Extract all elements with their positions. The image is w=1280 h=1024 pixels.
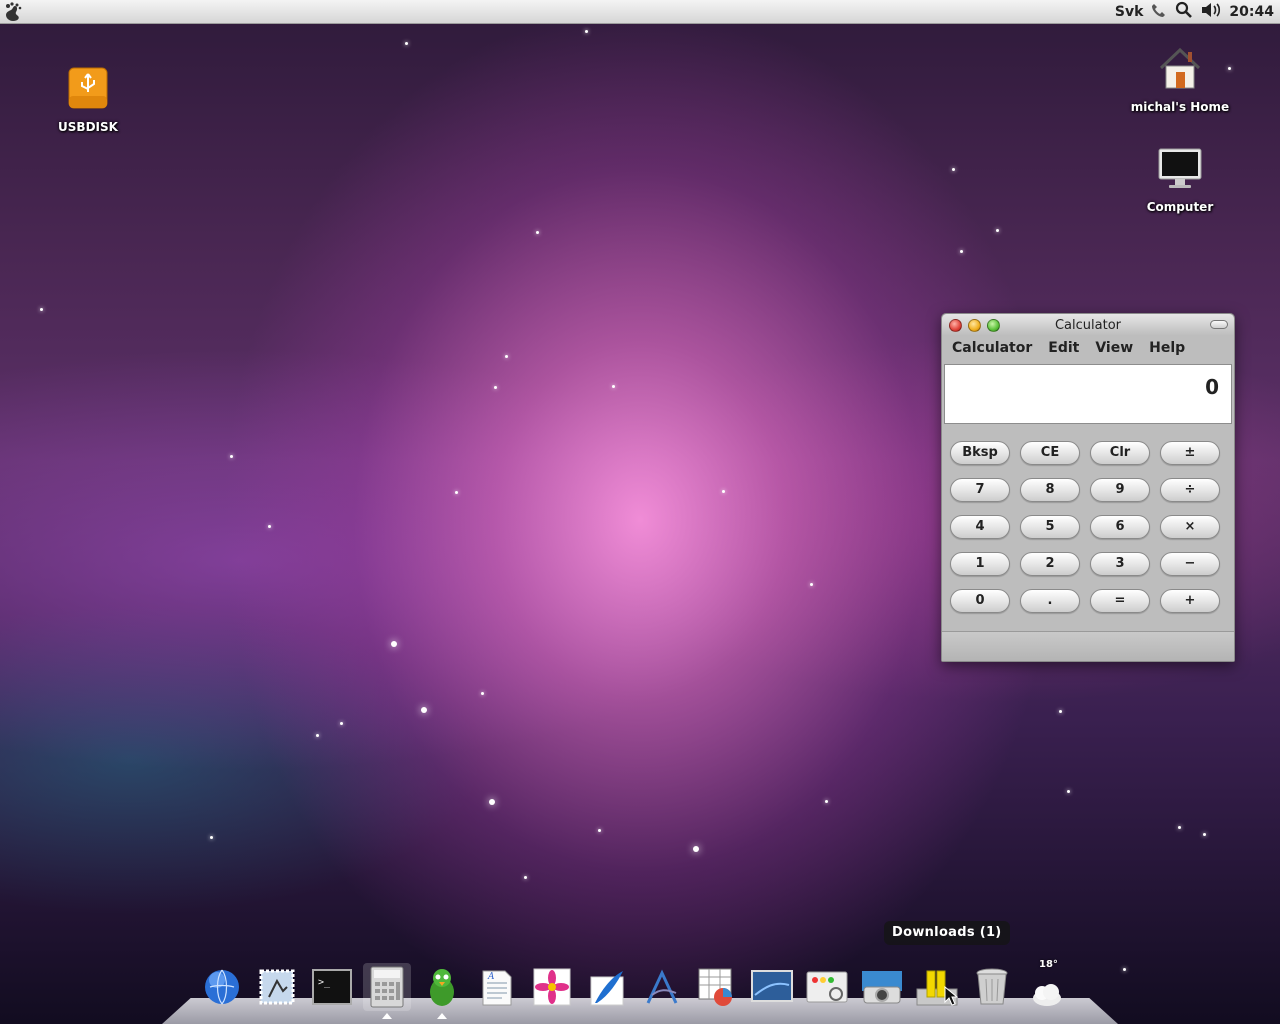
- quill-writer-icon[interactable]: [583, 963, 631, 1011]
- svg-text:>_: >_: [318, 977, 331, 988]
- home-folder-icon: [1157, 46, 1203, 96]
- browser-globe-icon[interactable]: [198, 963, 246, 1011]
- photo-flower-icon[interactable]: [528, 963, 576, 1011]
- mail-stamp-icon[interactable]: [253, 963, 301, 1011]
- digit-1-button[interactable]: 1: [950, 552, 1010, 576]
- calculator-titlebar[interactable]: Calculator: [942, 314, 1234, 336]
- display-value: 0: [1205, 375, 1219, 399]
- digit-2-button[interactable]: 2: [1020, 552, 1080, 576]
- calculator-display: 0: [944, 364, 1232, 424]
- keyboard-layout-indicator[interactable]: Svk: [1115, 4, 1144, 20]
- desktop-icon-home[interactable]: michal's Home: [1120, 46, 1240, 114]
- usb-drive-icon: [67, 66, 109, 116]
- clock[interactable]: 20:44: [1229, 4, 1274, 20]
- divide-button[interactable]: ÷: [1160, 478, 1220, 502]
- pidgin-icon[interactable]: [418, 963, 466, 1019]
- window-title: Calculator: [1054, 317, 1121, 333]
- calculator-window: Calculator Calculator Edit View Help 0 B…: [941, 313, 1235, 662]
- menu-edit[interactable]: Edit: [1048, 340, 1079, 356]
- backspace-button[interactable]: Bksp: [950, 441, 1010, 465]
- dock-tooltip: Downloads (1): [884, 921, 1010, 945]
- equals-button[interactable]: =: [1090, 589, 1150, 613]
- digit-4-button[interactable]: 4: [950, 515, 1010, 539]
- calculator-keypad: Bksp CE Clr ± 7 8 9 ÷ 4 5 6 × 1 2 3 − 0 …: [942, 424, 1234, 613]
- menu-view[interactable]: View: [1095, 340, 1133, 356]
- calculator-icon[interactable]: [363, 963, 411, 1019]
- clear-entry-button[interactable]: CE: [1020, 441, 1080, 465]
- volume-icon[interactable]: [1201, 2, 1221, 22]
- digit-9-button[interactable]: 9: [1090, 478, 1150, 502]
- spreadsheet-chart-icon[interactable]: [693, 963, 741, 1011]
- menu-calculator[interactable]: Calculator: [952, 340, 1032, 356]
- screenshot-icon[interactable]: [803, 963, 851, 1011]
- calculator-statusbar: [942, 631, 1234, 661]
- calculator-menubar: Calculator Edit View Help: [942, 336, 1234, 360]
- digit-0-button[interactable]: 0: [950, 589, 1010, 613]
- camera-icon[interactable]: [858, 963, 906, 1011]
- shade-button[interactable]: [1210, 320, 1228, 329]
- text-editor-icon[interactable]: A: [473, 963, 521, 1011]
- home-label: michal's Home: [1130, 100, 1230, 114]
- subtract-button[interactable]: −: [1160, 552, 1220, 576]
- running-indicator: [382, 1013, 392, 1019]
- search-icon[interactable]: [1175, 1, 1193, 23]
- decimal-button[interactable]: .: [1020, 589, 1080, 613]
- desktop-icon-usbdisk[interactable]: USBDISK: [28, 66, 148, 134]
- dock: >_ A 18°: [198, 959, 1071, 1019]
- computer-icon: [1157, 146, 1203, 196]
- top-panel: Svk 20:44: [0, 0, 1280, 24]
- digit-3-button[interactable]: 3: [1090, 552, 1150, 576]
- computer-label: Computer: [1146, 200, 1214, 214]
- desktop-screen-icon[interactable]: [748, 963, 796, 1011]
- add-button[interactable]: +: [1160, 589, 1220, 613]
- mouse-cursor-icon: [944, 985, 959, 1010]
- weather-temperature: 18°: [1039, 959, 1058, 970]
- multiply-button[interactable]: ×: [1160, 515, 1220, 539]
- digit-7-button[interactable]: 7: [950, 478, 1010, 502]
- sign-button[interactable]: ±: [1160, 441, 1220, 465]
- trash-icon[interactable]: [968, 963, 1016, 1011]
- terminal-icon[interactable]: >_: [308, 963, 356, 1011]
- usbdisk-label: USBDISK: [58, 120, 118, 134]
- digit-8-button[interactable]: 8: [1020, 478, 1080, 502]
- digit-6-button[interactable]: 6: [1090, 515, 1150, 539]
- clear-button[interactable]: Clr: [1090, 441, 1150, 465]
- weather-icon[interactable]: 18°: [1023, 959, 1071, 1011]
- gnome-foot-icon[interactable]: [2, 1, 24, 23]
- running-indicator: [437, 1013, 447, 1019]
- vector-draw-icon[interactable]: [638, 963, 686, 1011]
- phone-icon[interactable]: [1151, 2, 1167, 22]
- desktop-icon-computer[interactable]: Computer: [1120, 146, 1240, 214]
- svg-text:A: A: [487, 972, 495, 982]
- menu-help[interactable]: Help: [1149, 340, 1185, 356]
- digit-5-button[interactable]: 5: [1020, 515, 1080, 539]
